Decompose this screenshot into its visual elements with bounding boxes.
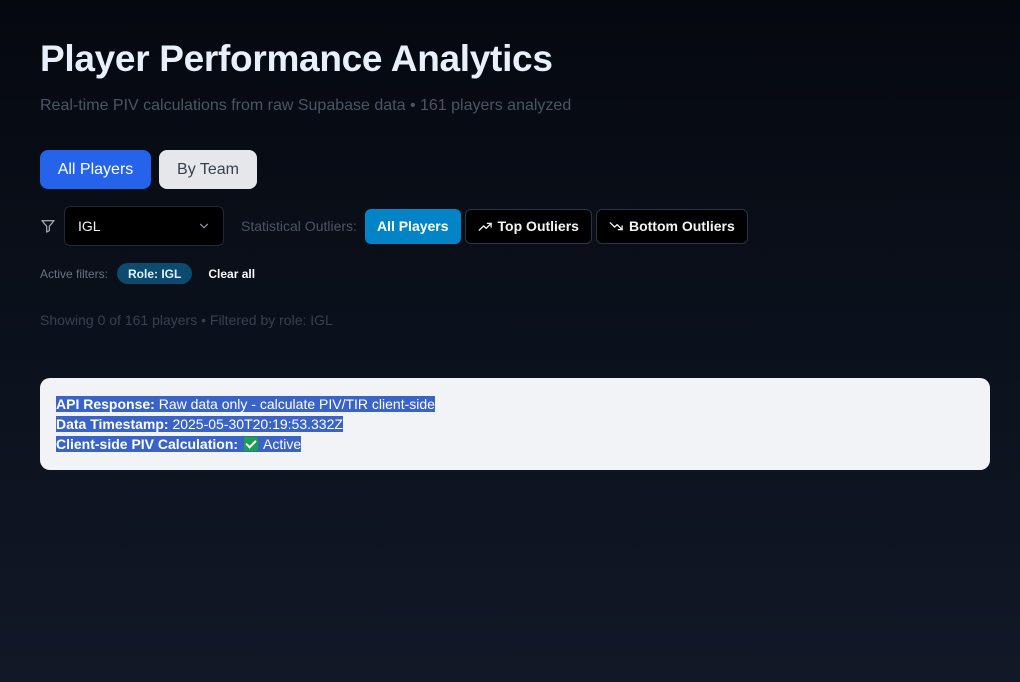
clear-all-button[interactable]: Clear all (208, 267, 255, 281)
piv-calculation-value: Active (263, 436, 302, 452)
chevron-down-icon (197, 219, 211, 233)
all-players-view-button[interactable]: All Players (40, 150, 151, 189)
trending-up-icon (478, 222, 492, 231)
by-team-view-button[interactable]: By Team (159, 150, 257, 189)
timestamp-key: Data Timestamp: (56, 416, 169, 432)
bottom-outliers-label: Bottom Outliers (628, 218, 735, 234)
role-filter-chip[interactable]: Role: IGL (117, 263, 193, 284)
bottom-outliers-button[interactable]: Bottom Outliers (595, 208, 748, 244)
page-subtitle: Real-time PIV calculations from raw Supa… (40, 97, 572, 114)
view-toggle: All Players By Team (40, 150, 257, 189)
api-response-line: API Response: Raw data only - calculate … (56, 394, 974, 414)
active-filters: Active filters: Role: IGL Clear all (40, 263, 255, 284)
outliers-label: Statistical Outliers: (241, 218, 357, 234)
checkmark-icon (243, 437, 258, 451)
role-select[interactable]: IGL (64, 206, 224, 246)
piv-calculation-line: Client-side PIV Calculation: Active (56, 434, 974, 454)
api-response-value: Raw data only - calculate PIV/TIR client… (158, 396, 435, 412)
role-select-value: IGL (78, 218, 101, 234)
api-response-key: API Response: (56, 396, 155, 412)
active-filters-label: Active filters: (40, 266, 109, 281)
filter-row: IGL Statistical Outliers: All Players To… (40, 206, 748, 246)
top-outliers-button[interactable]: Top Outliers (464, 208, 592, 244)
top-outliers-label: Top Outliers (497, 218, 579, 234)
timestamp-line: Data Timestamp: 2025-05-30T20:19:53.332Z (56, 414, 974, 434)
page-title: Player Performance Analytics (40, 38, 553, 79)
results-count: Showing 0 of 161 players • Filtered by r… (40, 312, 333, 328)
filter-icon (40, 218, 56, 234)
trending-down-icon (609, 221, 623, 230)
timestamp-value: 2025-05-30T20:19:53.332Z (172, 416, 343, 432)
outlier-all-players-button[interactable]: All Players (364, 208, 461, 244)
outlier-all-label: All Players (376, 218, 449, 234)
piv-calculation-key: Client-side PIV Calculation: (56, 436, 239, 452)
api-info-card: API Response: Raw data only - calculate … (40, 378, 990, 470)
